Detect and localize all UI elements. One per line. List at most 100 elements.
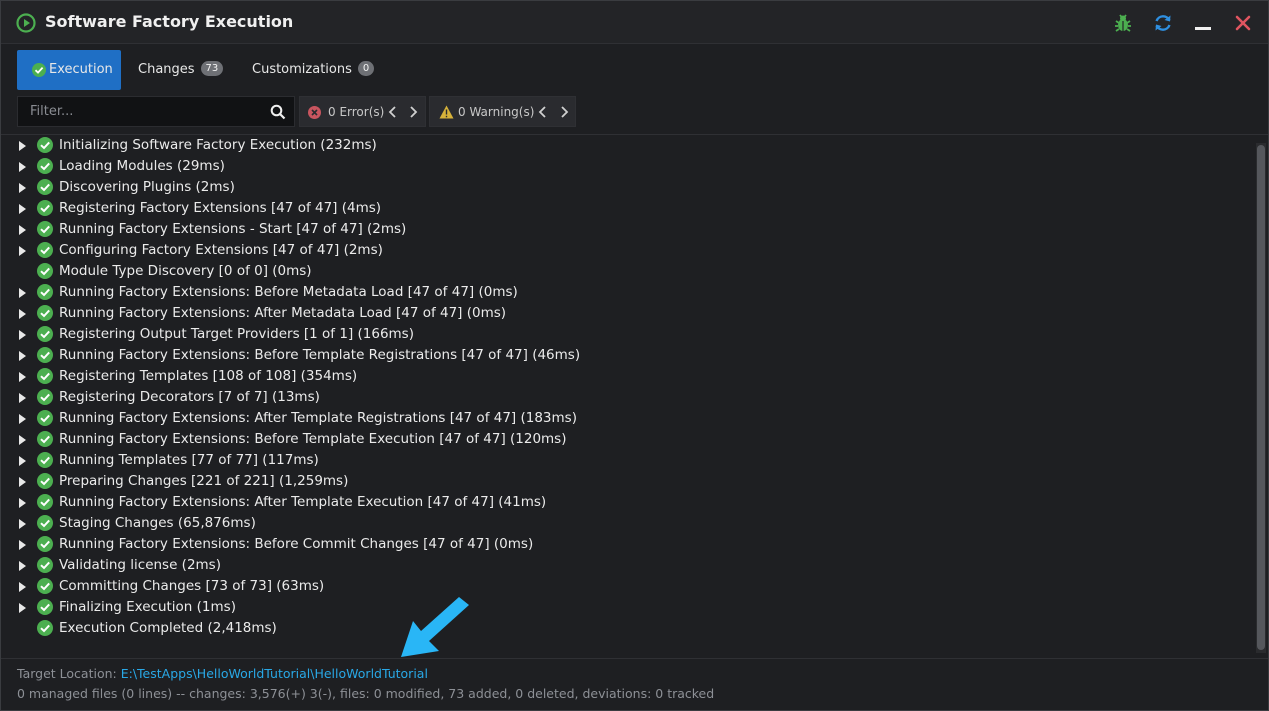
expand-caret-icon[interactable] bbox=[19, 561, 26, 571]
expand-caret-icon[interactable] bbox=[19, 477, 26, 487]
expand-caret-icon[interactable] bbox=[19, 204, 26, 214]
changes-count-badge: 73 bbox=[200, 61, 224, 76]
step-row[interactable]: Running Factory Extensions: After Templa… bbox=[1, 492, 1241, 513]
expand-caret-icon[interactable] bbox=[19, 372, 26, 382]
expand-caret-icon[interactable] bbox=[19, 183, 26, 193]
step-row[interactable]: Running Factory Extensions - Start [47 o… bbox=[1, 219, 1241, 240]
status-footer: Target Location: E:\TestApps\HelloWorldT… bbox=[1, 658, 1268, 711]
chevron-left-icon[interactable] bbox=[388, 106, 398, 118]
window-title: Software Factory Execution bbox=[45, 12, 294, 31]
step-row[interactable]: Execution Completed (2,418ms) bbox=[1, 618, 1241, 639]
step-row[interactable]: Committing Changes [73 of 73] (63ms) bbox=[1, 576, 1241, 597]
step-row[interactable]: Registering Decorators [7 of 7] (13ms) bbox=[1, 387, 1241, 408]
expand-caret-icon[interactable] bbox=[19, 246, 26, 256]
expand-caret-icon[interactable] bbox=[19, 162, 26, 172]
error-icon bbox=[308, 106, 321, 119]
success-check-icon bbox=[37, 326, 53, 342]
step-row[interactable]: Registering Factory Extensions [47 of 47… bbox=[1, 198, 1241, 219]
step-label: Initializing Software Factory Execution … bbox=[59, 137, 377, 153]
step-label: Running Factory Extensions: Before Commi… bbox=[59, 536, 534, 552]
annotation-arrow-icon bbox=[401, 597, 469, 657]
execution-log-tree: Initializing Software Factory Execution … bbox=[1, 134, 1268, 658]
tab-execution[interactable]: Execution bbox=[17, 50, 121, 90]
expand-caret-icon[interactable] bbox=[19, 309, 26, 319]
success-check-icon bbox=[37, 305, 53, 321]
step-row[interactable]: Running Factory Extensions: After Metada… bbox=[1, 303, 1241, 324]
expand-caret-icon[interactable] bbox=[19, 582, 26, 592]
step-label: Module Type Discovery [0 of 0] (0ms) bbox=[59, 263, 312, 279]
step-label: Configuring Factory Extensions [47 of 47… bbox=[59, 242, 383, 258]
chevron-left-icon[interactable] bbox=[538, 106, 548, 118]
success-check-icon bbox=[37, 494, 53, 510]
warnings-filter[interactable]: 0 Warning(s) bbox=[429, 96, 576, 127]
step-row[interactable]: Staging Changes (65,876ms) bbox=[1, 513, 1241, 534]
step-row[interactable]: Registering Templates [108 of 108] (354m… bbox=[1, 366, 1241, 387]
success-check-icon bbox=[37, 347, 53, 363]
software-factory-window: Software Factory Execution Execution Cha… bbox=[0, 0, 1269, 711]
step-row[interactable]: Loading Modules (29ms) bbox=[1, 156, 1241, 177]
success-check-icon bbox=[37, 284, 53, 300]
step-row[interactable]: Running Factory Extensions: Before Templ… bbox=[1, 429, 1241, 450]
expand-caret-icon[interactable] bbox=[19, 393, 26, 403]
success-check-icon bbox=[37, 536, 53, 552]
step-row[interactable]: Finalizing Execution (1ms) bbox=[1, 597, 1241, 618]
tab-changes-label: Changes bbox=[138, 62, 195, 77]
step-row[interactable]: Discovering Plugins (2ms) bbox=[1, 177, 1241, 198]
step-label: Registering Factory Extensions [47 of 47… bbox=[59, 200, 382, 216]
expand-caret-icon[interactable] bbox=[19, 288, 26, 298]
minimize-icon[interactable] bbox=[1192, 12, 1214, 34]
chevron-right-icon[interactable] bbox=[408, 106, 418, 118]
tab-customizations[interactable]: Customizations 0 bbox=[252, 50, 375, 90]
chevron-right-icon[interactable] bbox=[559, 106, 569, 118]
success-check-icon bbox=[37, 410, 53, 426]
step-row[interactable]: Initializing Software Factory Execution … bbox=[1, 135, 1241, 156]
expand-caret-icon[interactable] bbox=[19, 540, 26, 550]
scrollbar-thumb[interactable] bbox=[1257, 145, 1265, 650]
step-label: Running Templates [77 of 77] (117ms) bbox=[59, 452, 319, 468]
success-check-icon bbox=[37, 263, 53, 279]
check-circle-icon bbox=[32, 63, 46, 77]
success-check-icon bbox=[37, 431, 53, 447]
step-row[interactable]: Module Type Discovery [0 of 0] (0ms) bbox=[1, 261, 1241, 282]
close-icon[interactable] bbox=[1232, 12, 1254, 34]
step-row[interactable]: Preparing Changes [221 of 221] (1,259ms) bbox=[1, 471, 1241, 492]
step-row[interactable]: Registering Output Target Providers [1 o… bbox=[1, 324, 1241, 345]
expand-caret-icon[interactable] bbox=[19, 603, 26, 613]
filter-input[interactable] bbox=[18, 97, 263, 126]
step-row[interactable]: Configuring Factory Extensions [47 of 47… bbox=[1, 240, 1241, 261]
errors-filter[interactable]: 0 Error(s) bbox=[299, 96, 426, 127]
expand-caret-icon[interactable] bbox=[19, 330, 26, 340]
step-row[interactable]: Running Factory Extensions: Before Templ… bbox=[1, 345, 1241, 366]
play-circle-icon bbox=[16, 13, 36, 33]
tab-customizations-label: Customizations bbox=[252, 62, 352, 77]
tab-changes[interactable]: Changes 73 bbox=[138, 50, 224, 90]
bug-icon[interactable] bbox=[1112, 12, 1134, 34]
filter-box bbox=[17, 96, 295, 127]
expand-caret-icon[interactable] bbox=[19, 498, 26, 508]
step-label: Preparing Changes [221 of 221] (1,259ms) bbox=[59, 473, 349, 489]
expand-caret-icon[interactable] bbox=[19, 519, 26, 529]
expand-caret-icon[interactable] bbox=[19, 435, 26, 445]
step-row[interactable]: Validating license (2ms) bbox=[1, 555, 1241, 576]
expand-caret-icon[interactable] bbox=[19, 414, 26, 424]
expand-caret-icon[interactable] bbox=[19, 456, 26, 466]
step-row[interactable]: Running Factory Extensions: Before Commi… bbox=[1, 534, 1241, 555]
step-row[interactable]: Running Factory Extensions: After Templa… bbox=[1, 408, 1241, 429]
success-check-icon bbox=[37, 599, 53, 615]
target-location-link[interactable]: E:\TestApps\HelloWorldTutorial\HelloWorl… bbox=[121, 666, 428, 681]
vertical-scrollbar[interactable] bbox=[1256, 143, 1266, 653]
search-icon[interactable] bbox=[270, 104, 286, 120]
success-check-icon bbox=[37, 557, 53, 573]
execution-stats: 0 managed files (0 lines) -- changes: 3,… bbox=[17, 686, 715, 701]
target-location: Target Location: E:\TestApps\HelloWorldT… bbox=[17, 666, 428, 681]
refresh-icon[interactable] bbox=[1152, 12, 1174, 34]
step-label: Committing Changes [73 of 73] (63ms) bbox=[59, 578, 325, 594]
expand-caret-icon[interactable] bbox=[19, 351, 26, 361]
step-row[interactable]: Running Templates [77 of 77] (117ms) bbox=[1, 450, 1241, 471]
filter-toolbar: 0 Error(s) 0 Warning(s) bbox=[17, 96, 577, 128]
step-label: Running Factory Extensions - Start [47 o… bbox=[59, 221, 407, 237]
expand-caret-icon[interactable] bbox=[19, 141, 26, 151]
expand-caret-icon[interactable] bbox=[19, 225, 26, 235]
step-row[interactable]: Running Factory Extensions: Before Metad… bbox=[1, 282, 1241, 303]
step-label: Finalizing Execution (1ms) bbox=[59, 599, 236, 615]
